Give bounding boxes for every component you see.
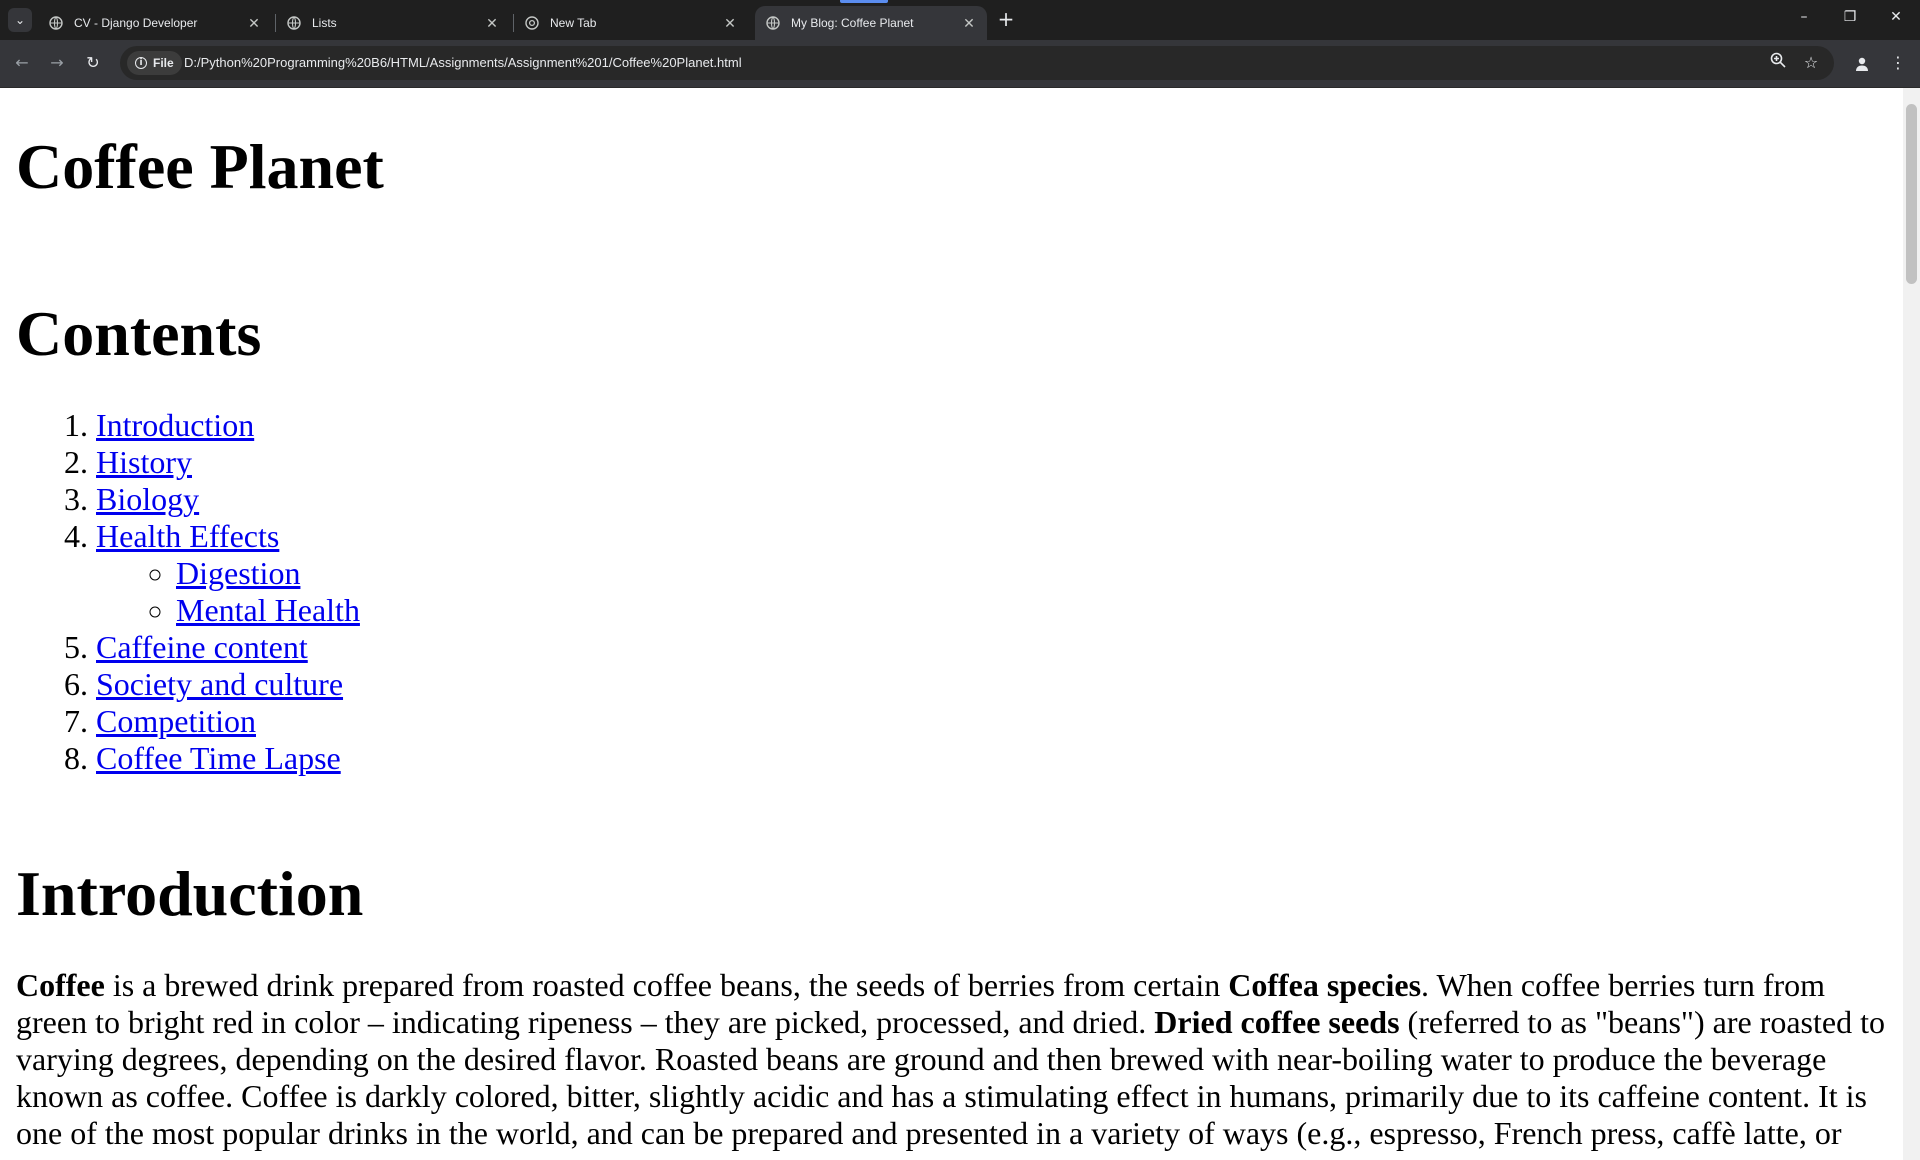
toc-subitem: Digestion xyxy=(176,555,1896,592)
minimize-button[interactable]: – xyxy=(1792,9,1816,31)
page-content: Coffee Planet Contents Introduction Hist… xyxy=(16,88,1896,1160)
toc-link-biology[interactable]: Biology xyxy=(96,481,199,517)
toc-link-digestion[interactable]: Digestion xyxy=(176,555,300,591)
toc-link-history[interactable]: History xyxy=(96,444,192,480)
tab-title: My Blog: Coffee Planet xyxy=(791,16,914,30)
tab-new-tab[interactable]: New Tab ✕ xyxy=(514,6,748,40)
tab-indicator xyxy=(840,0,888,3)
scrollbar-thumb[interactable] xyxy=(1906,104,1917,284)
reload-button[interactable]: ↻ xyxy=(81,51,105,75)
close-icon[interactable]: ✕ xyxy=(484,15,500,32)
toc-sublist: Digestion Mental Health xyxy=(96,555,1896,629)
toc-link-society-and-culture[interactable]: Society and culture xyxy=(96,666,343,702)
tab-lists[interactable]: Lists ✕ xyxy=(276,6,510,40)
toc-link-introduction[interactable]: Introduction xyxy=(96,407,254,443)
reload-icon: ↻ xyxy=(86,53,100,72)
toc-subitem: Mental Health xyxy=(176,592,1896,629)
tab-cv-django-developer[interactable]: CV - Django Developer ✕ xyxy=(38,6,272,40)
contents-heading: Contents xyxy=(16,297,262,369)
restore-icon: ❐ xyxy=(1843,9,1857,25)
tab-my-blog-coffee-planet[interactable]: My Blog: Coffee Planet ✕ xyxy=(755,6,987,40)
toc-item: Competition xyxy=(96,703,1896,740)
arrow-left-icon: ← xyxy=(15,53,29,72)
back-button[interactable]: ← xyxy=(10,51,34,75)
tab-title: New Tab xyxy=(550,16,597,30)
chevron-down-icon: ⌄ xyxy=(14,13,26,27)
toc-link-coffee-time-lapse[interactable]: Coffee Time Lapse xyxy=(96,740,341,776)
introduction-heading: Introduction xyxy=(16,858,364,930)
info-icon: i xyxy=(135,57,147,69)
site-info-chip[interactable]: i File xyxy=(127,51,182,75)
toc-item: Caffeine content xyxy=(96,629,1896,666)
toc-link-competition[interactable]: Competition xyxy=(96,703,256,739)
browser-menu-button[interactable]: ⋮ xyxy=(1886,51,1910,75)
toc-link-mental-health[interactable]: Mental Health xyxy=(176,592,360,628)
minimize-icon: – xyxy=(1800,9,1808,25)
arrow-right-icon: → xyxy=(50,53,64,72)
tab-strip: ⌄ CV - Django Developer ✕ Lists ✕ New Ta… xyxy=(0,0,1920,40)
toc-item: Society and culture xyxy=(96,666,1896,703)
bold-text: Coffee xyxy=(16,966,105,1003)
star-icon[interactable]: ☆ xyxy=(1799,51,1823,75)
forward-button[interactable]: → xyxy=(45,51,69,75)
toc-item: Health Effects Digestion Mental Health xyxy=(96,518,1896,629)
introduction-paragraph: Coffee is a brewed drink prepared from r… xyxy=(16,967,1896,1152)
url-text[interactable]: D:/Python%20Programming%20B6/HTML/Assign… xyxy=(184,55,742,70)
toc-item: Introduction xyxy=(96,407,1896,444)
close-icon[interactable]: ✕ xyxy=(246,15,262,32)
plus-icon: + xyxy=(997,7,1015,31)
globe-icon xyxy=(765,15,781,31)
close-icon: ✕ xyxy=(1890,9,1902,25)
toc-link-caffeine-content[interactable]: Caffeine content xyxy=(96,629,308,665)
tab-title: CV - Django Developer xyxy=(74,16,198,30)
vertical-scrollbar[interactable] xyxy=(1903,88,1920,1160)
person-icon xyxy=(1854,53,1870,72)
close-window-button[interactable]: ✕ xyxy=(1884,9,1908,31)
toc-item: Coffee Time Lapse xyxy=(96,740,1896,777)
globe-icon xyxy=(48,15,64,31)
paragraph-text: is a brewed drink prepared from roasted … xyxy=(104,966,1229,1003)
bold-text: Coffea species xyxy=(1228,966,1422,1003)
toc-item: History xyxy=(96,444,1896,481)
close-icon[interactable]: ✕ xyxy=(722,15,738,32)
restore-button[interactable]: ❐ xyxy=(1838,9,1862,31)
page-title: Coffee Planet xyxy=(16,131,384,202)
chrome-icon xyxy=(524,15,540,31)
bold-text: Dried coffee seeds xyxy=(1154,1003,1400,1040)
zoom-icon[interactable] xyxy=(1766,51,1790,75)
toc-link-health-effects[interactable]: Health Effects xyxy=(96,518,279,554)
table-of-contents: Introduction History Biology Health Effe… xyxy=(16,407,1896,777)
kebab-menu-icon: ⋮ xyxy=(1890,53,1906,72)
toc-item: Biology xyxy=(96,481,1896,518)
tab-search-button[interactable]: ⌄ xyxy=(8,8,32,32)
new-tab-button[interactable]: + xyxy=(995,9,1017,31)
globe-icon xyxy=(286,15,302,31)
chip-label: File xyxy=(153,56,174,70)
address-bar[interactable]: i File D:/Python%20Programming%20B6/HTML… xyxy=(120,46,1834,80)
profile-button[interactable] xyxy=(1850,51,1874,75)
close-icon[interactable]: ✕ xyxy=(961,15,977,32)
tab-title: Lists xyxy=(312,16,337,30)
